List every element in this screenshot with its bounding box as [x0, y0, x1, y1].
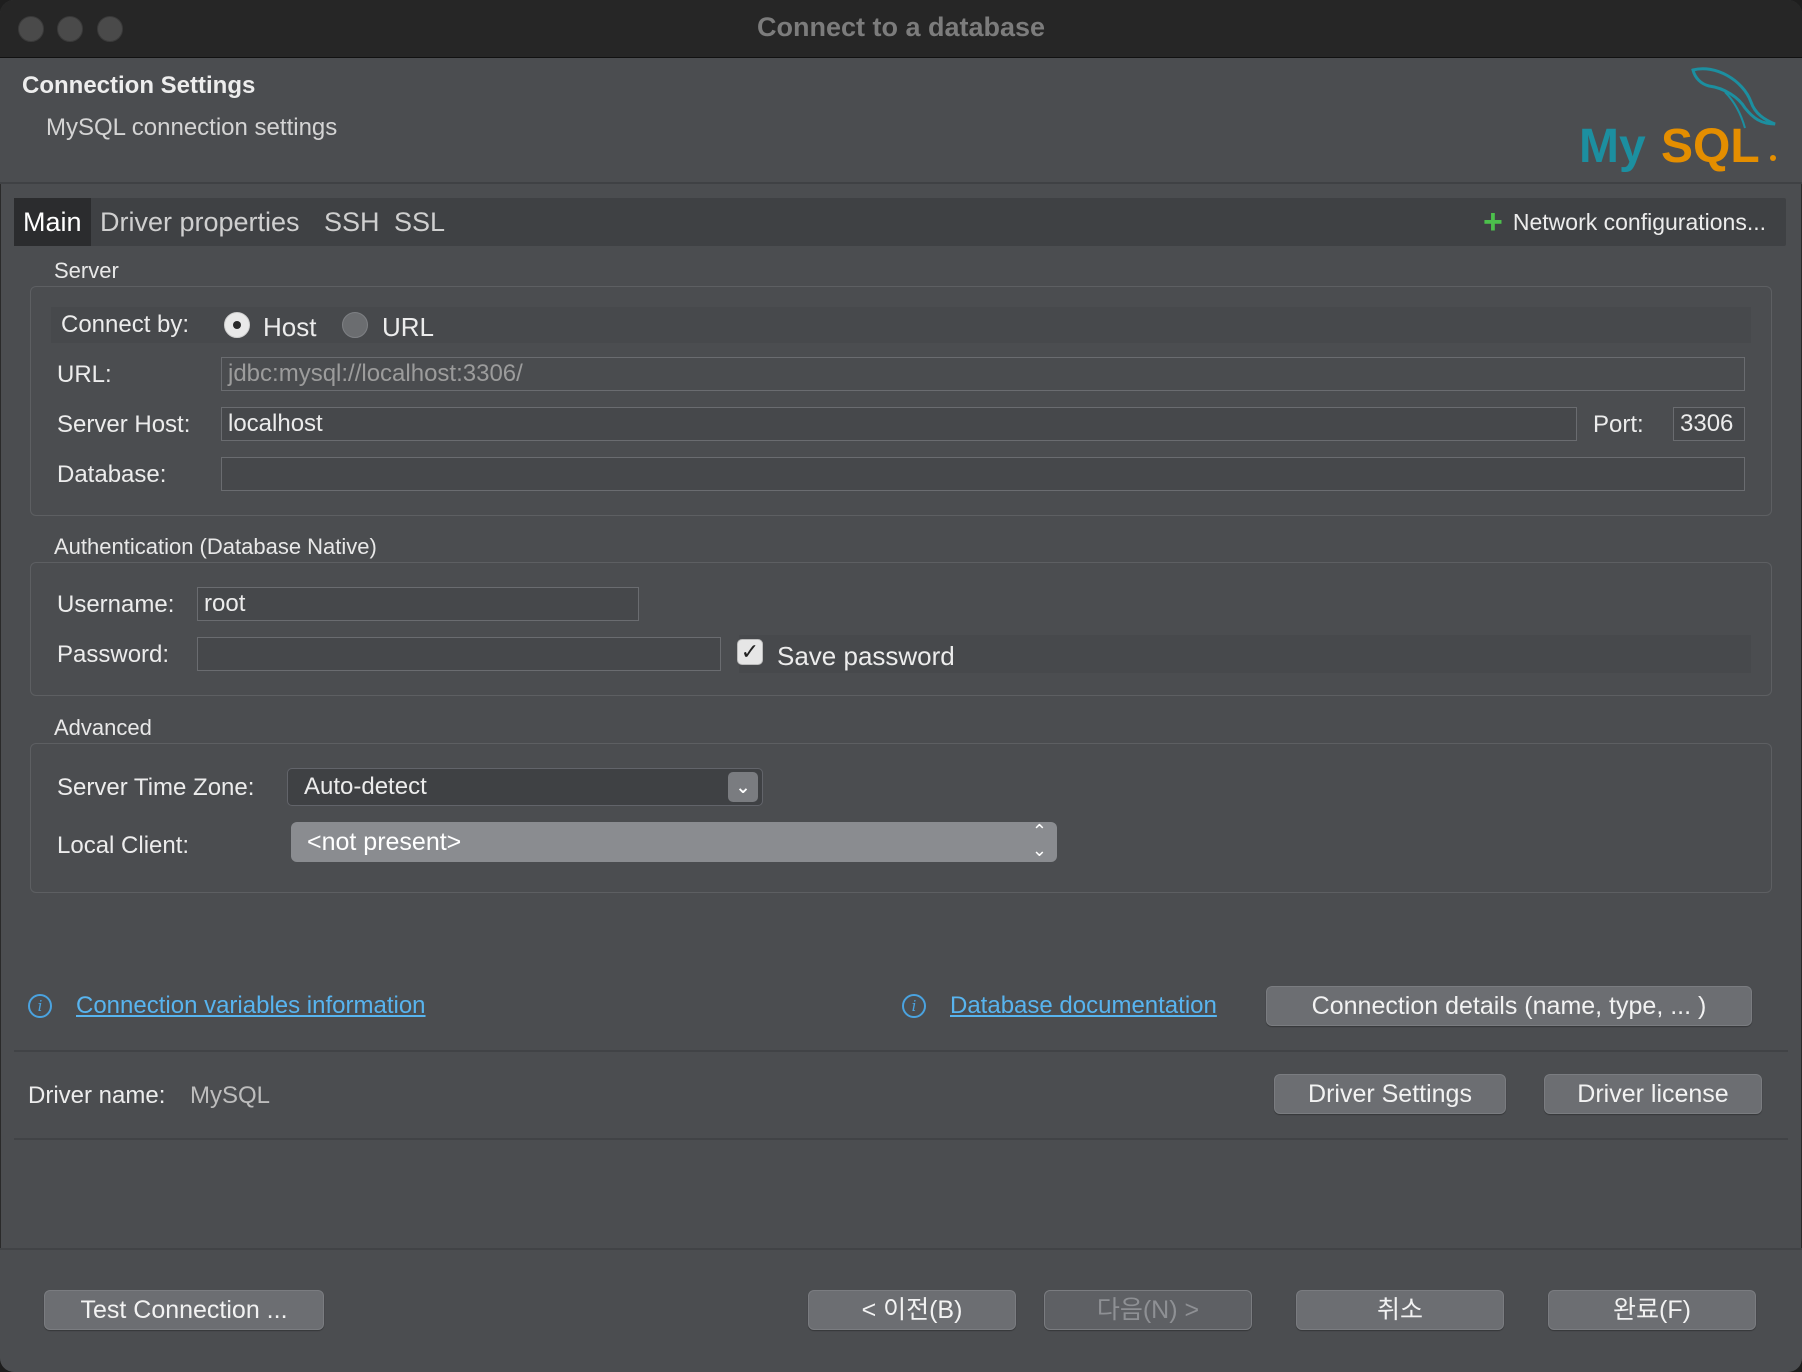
auth-group: Username: root Password: ✓ Save password [30, 562, 1772, 696]
logo-text-my: My [1579, 120, 1646, 173]
port-label: Port: [1593, 411, 1644, 438]
server-time-zone-value: Auto-detect [304, 773, 427, 800]
password-input[interactable] [197, 637, 721, 671]
up-down-arrows-icon: ⌃ ⌄ [1031, 821, 1047, 860]
divider [14, 1138, 1788, 1140]
driver-license-button[interactable]: Driver license [1544, 1074, 1762, 1114]
url-field[interactable]: jdbc:mysql://localhost:3306/ [221, 357, 1745, 391]
info-icon: i [28, 994, 52, 1018]
server-time-zone-combo[interactable]: Auto-detect [287, 768, 763, 806]
connect-by-label: Connect by: [61, 311, 190, 338]
advanced-group-label: Advanced [54, 715, 152, 740]
page-title: Connection Settings [22, 72, 256, 99]
connection-variables-link[interactable]: Connection variables information [76, 992, 426, 1020]
url-label: URL: [57, 361, 112, 388]
server-host-label: Server Host: [57, 411, 191, 438]
logo-text-sql: SQL [1661, 120, 1760, 173]
finish-button[interactable]: 완료(F) [1548, 1290, 1756, 1330]
chevron-down-icon[interactable]: ⌄ [728, 772, 758, 802]
cancel-button[interactable]: 취소 [1296, 1290, 1504, 1330]
save-password-checkbox[interactable]: ✓ [737, 639, 763, 665]
divider [14, 1050, 1788, 1052]
advanced-group: Server Time Zone: Auto-detect ⌄ Local Cl… [30, 743, 1772, 893]
server-group: Connect by: Host URL URL: jdbc:mysql://l… [30, 286, 1772, 516]
port-input[interactable]: 3306 [1673, 407, 1745, 441]
driver-settings-button[interactable]: Driver Settings [1274, 1074, 1506, 1114]
dialog-button-bar: Test Connection ... < 이전(B) 다음(N) > 취소 완… [0, 1248, 1802, 1372]
network-configurations-label: Network configurations... [1512, 208, 1766, 235]
network-configurations-button[interactable]: + Network configurations... [1483, 204, 1766, 240]
settings-header: Connection Settings MySQL connection set… [0, 58, 1802, 184]
host-radio-label[interactable]: Host [263, 312, 316, 343]
auth-group-label: Authentication (Database Native) [54, 534, 377, 559]
server-time-zone-label: Server Time Zone: [57, 774, 255, 801]
local-client-value: <not present> [307, 828, 462, 856]
window-title: Connect to a database [756, 12, 1046, 42]
tab-ssh[interactable]: SSH [324, 198, 380, 246]
tab-bar: Main Driver properties SSH SSL + Network… [14, 198, 1786, 246]
database-documentation-link[interactable]: Database documentation [950, 992, 1217, 1020]
page-subtitle: MySQL connection settings [46, 114, 338, 141]
url-radio[interactable] [342, 312, 368, 338]
server-group-label: Server [54, 258, 119, 283]
mysql-logo-icon: My SQL [1579, 67, 1776, 173]
password-label: Password: [57, 641, 170, 668]
database-label: Database: [57, 461, 167, 488]
tab-driver-properties[interactable]: Driver properties [100, 198, 300, 246]
url-radio-label[interactable]: URL [382, 312, 434, 343]
connection-details-button[interactable]: Connection details (name, type, ... ) [1266, 986, 1752, 1026]
tab-main[interactable]: Main [14, 198, 91, 246]
host-radio[interactable] [224, 312, 250, 338]
database-input[interactable] [221, 457, 1745, 491]
username-label: Username: [57, 591, 175, 618]
plus-icon: + [1483, 203, 1503, 241]
tab-ssl[interactable]: SSL [394, 198, 445, 246]
server-host-input[interactable]: localhost [221, 407, 1577, 441]
save-password-label[interactable]: Save password [777, 641, 955, 672]
driver-name-value: MySQL [190, 1082, 271, 1109]
local-client-label: Local Client: [57, 832, 190, 859]
local-client-select[interactable]: <not present> ⌃ ⌄ [291, 822, 1057, 862]
back-button[interactable]: < 이전(B) [808, 1290, 1016, 1330]
next-button[interactable]: 다음(N) > [1044, 1290, 1252, 1330]
info-icon: i [902, 994, 926, 1018]
username-input[interactable]: root [197, 587, 639, 621]
dialog-window: Connect to a database Connection Setting… [0, 0, 1802, 1372]
title-bar: Connect to a database [0, 0, 1802, 58]
driver-name-label: Driver name: [28, 1082, 166, 1109]
test-connection-button[interactable]: Test Connection ... [44, 1290, 324, 1330]
